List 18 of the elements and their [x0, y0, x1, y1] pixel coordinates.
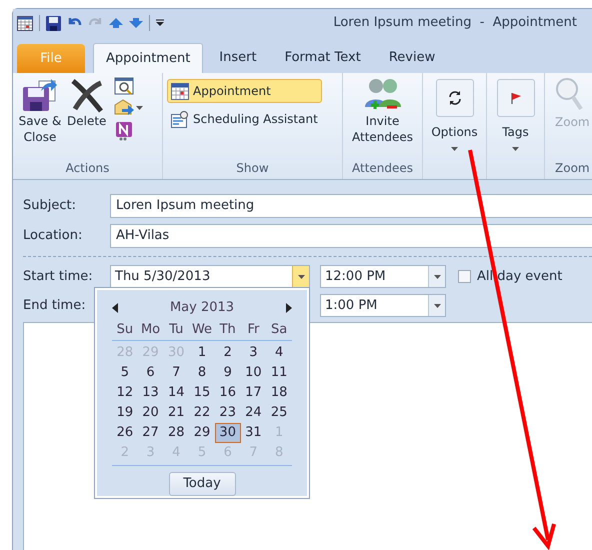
- weekday-label: Tu: [168, 320, 184, 338]
- weekday-label: We: [190, 320, 214, 338]
- field-label: Subject:: [23, 197, 77, 216]
- group-label: Actions: [64, 160, 110, 177]
- weekday-label: Mo: [140, 320, 162, 338]
- weekday-label: Th: [218, 320, 237, 338]
- weekday-label: Fr: [246, 320, 260, 338]
- month-title: May 2013: [170, 299, 234, 317]
- window-title: Loren Ipsum meeting - Appointment: [333, 14, 577, 32]
- group-label: Zoom: [554, 160, 591, 177]
- all-day-label: All day event: [477, 268, 562, 286]
- field-label: Start time:: [23, 268, 94, 286]
- field-label: End time:: [23, 296, 87, 315]
- field-label: Location:: [23, 227, 84, 246]
- group-label: Show: [235, 160, 270, 177]
- weekday-label: Sa: [270, 320, 288, 338]
- group-label: Attendees: [350, 160, 414, 177]
- weekday-label: Su: [116, 320, 134, 338]
